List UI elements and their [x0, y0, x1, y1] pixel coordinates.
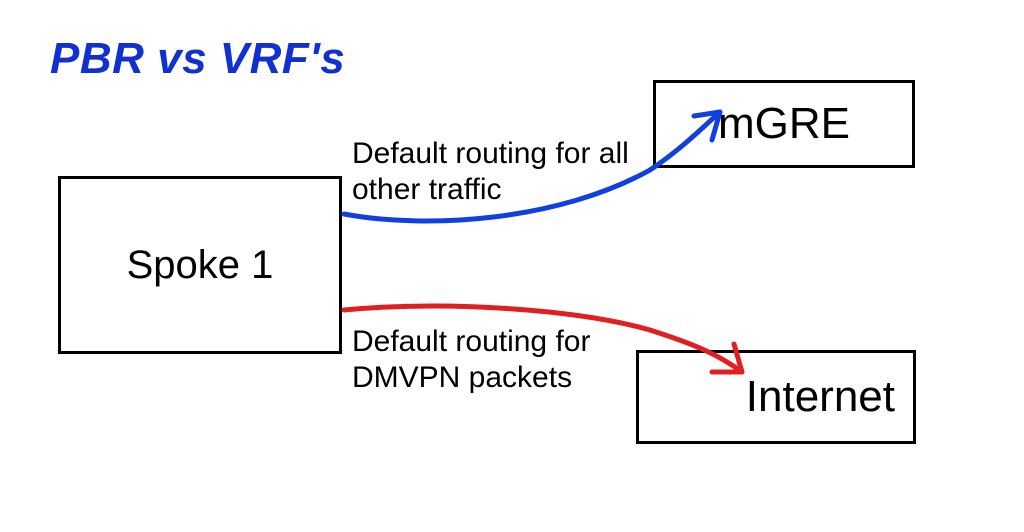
- node-mgre: mGRE: [653, 80, 915, 168]
- caption-default-routing-other: Default routing for all other traffic: [352, 136, 682, 208]
- node-internet-label: Internet: [746, 372, 895, 422]
- node-spoke1: Spoke 1: [58, 176, 342, 354]
- node-mgre-label: mGRE: [718, 99, 850, 149]
- diagram-stage: PBR vs VRF's Spoke 1 mGRE Internet Defau…: [0, 0, 1024, 532]
- node-spoke1-label: Spoke 1: [127, 243, 274, 288]
- diagram-title: PBR vs VRF's: [50, 34, 345, 84]
- caption-default-routing-dmvpn: Default routing for DMVPN packets: [352, 324, 682, 396]
